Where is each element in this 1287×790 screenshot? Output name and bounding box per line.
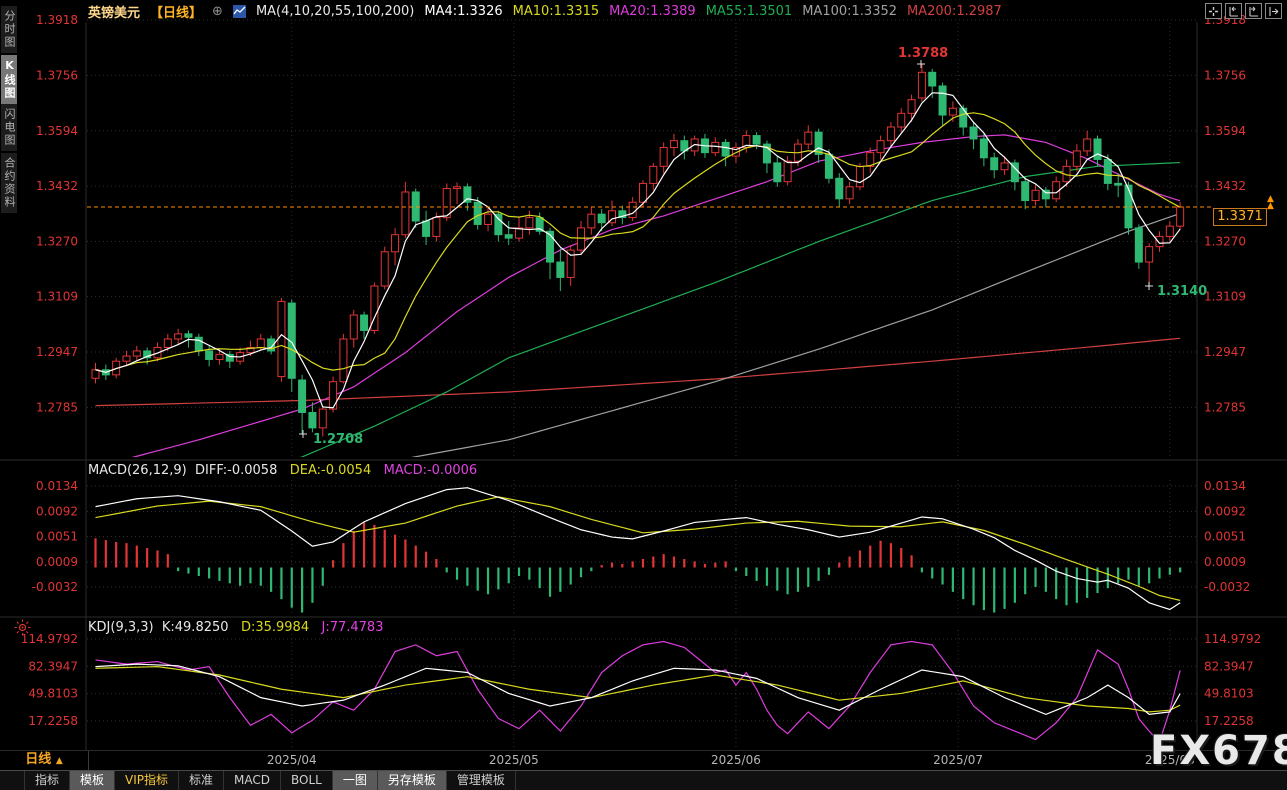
svg-text:0.0009: 0.0009 bbox=[1204, 555, 1246, 569]
svg-text:1.3756: 1.3756 bbox=[1204, 68, 1246, 82]
period-selector-label: 日线 bbox=[25, 752, 51, 767]
svg-text:0.0051: 0.0051 bbox=[1204, 529, 1246, 543]
tab-macd[interactable]: MACD bbox=[224, 771, 281, 790]
svg-text:1.3432: 1.3432 bbox=[36, 179, 78, 193]
macd-panel bbox=[96, 488, 1181, 613]
kdj-d-value: D:35.9984 bbox=[241, 620, 309, 635]
period-label[interactable]: 【日线】 bbox=[150, 2, 202, 21]
gridlines bbox=[87, 20, 1197, 749]
symbol-name[interactable]: 英镑美元 bbox=[88, 2, 140, 21]
ma200-legend: MA200:1.2987 bbox=[907, 4, 1002, 19]
tab-save-template[interactable]: 另存模板 bbox=[378, 771, 447, 790]
date-label: 2025/07 bbox=[928, 753, 988, 767]
period-selector[interactable]: 日线 ▲ bbox=[0, 751, 89, 770]
scale-axis-right-icon[interactable] bbox=[1245, 3, 1262, 19]
chart-header: 英镑美元 【日线】 ⊕ MA(4,10,20,55,100,200) MA4:1… bbox=[88, 2, 1002, 20]
svg-text:0.0092: 0.0092 bbox=[1204, 505, 1246, 519]
tab-standard[interactable]: 标准 bbox=[179, 771, 224, 790]
date-label: 2025/05 bbox=[484, 753, 544, 767]
tab-templates[interactable]: 模板 bbox=[70, 771, 115, 790]
macd-dea-value: DEA:-0.0054 bbox=[290, 463, 371, 478]
svg-text:17.2258: 17.2258 bbox=[1204, 714, 1254, 728]
ma20-legend: MA20:1.3389 bbox=[609, 4, 696, 19]
price-annotations: 1.3788 1.3140 1.2708 bbox=[299, 46, 1207, 447]
macd-title: MACD(26,12,9) bbox=[88, 463, 187, 478]
macd-panel-title: MACD(26,12,9) DIFF:-0.0058 DEA:-0.0054 M… bbox=[88, 463, 477, 478]
kdj-j-value: J:77.4783 bbox=[322, 620, 384, 635]
scale-axis-left-icon[interactable] bbox=[1225, 3, 1242, 19]
svg-text:82.3947: 82.3947 bbox=[28, 659, 78, 673]
kdj-title: KDJ(9,3,3) bbox=[88, 620, 154, 635]
svg-text:1.3594: 1.3594 bbox=[1204, 124, 1246, 138]
date-axis-row: 日线 ▲ 2025/04 2025/05 2025/06 2025/07 202… bbox=[0, 751, 1287, 771]
alert-sun-icon[interactable] bbox=[14, 619, 31, 640]
watermark: FX678 bbox=[1150, 728, 1287, 774]
svg-text:1.3594: 1.3594 bbox=[36, 124, 78, 138]
panel-borders bbox=[0, 22, 1287, 751]
pan-crosshair-icon[interactable] bbox=[1205, 3, 1222, 19]
last-price-tag: 1.3371 bbox=[1213, 208, 1267, 226]
chart-canvas[interactable]: 1.37881.31401.27081.39181.39181.37561.37… bbox=[0, 0, 1287, 790]
svg-text:0.0051: 0.0051 bbox=[36, 529, 78, 543]
svg-text:1.2708: 1.2708 bbox=[313, 432, 363, 447]
date-label: 2025/06 bbox=[706, 753, 766, 767]
chevron-up-icon: ▲ bbox=[56, 756, 63, 766]
ma55-legend: MA55:1.3501 bbox=[706, 4, 793, 19]
tab-manage-template[interactable]: 管理模板 bbox=[447, 771, 516, 790]
price-up-arrows-icon: ▲▲ bbox=[1267, 196, 1274, 210]
tab-indicators[interactable]: 指标 bbox=[24, 771, 70, 790]
svg-text:1.3918: 1.3918 bbox=[36, 13, 78, 27]
macd-macd-value: MACD:-0.0006 bbox=[384, 463, 478, 478]
svg-text:0.0134: 0.0134 bbox=[36, 479, 78, 493]
svg-text:1.3756: 1.3756 bbox=[36, 68, 78, 82]
svg-text:-0.0032: -0.0032 bbox=[32, 580, 78, 594]
ma-settings-label: MA(4,10,20,55,100,200) bbox=[256, 4, 414, 19]
main-price-panel bbox=[92, 64, 1184, 525]
kdj-panel bbox=[96, 641, 1181, 742]
candlestick-chart-icon[interactable] bbox=[233, 5, 246, 18]
link-icon[interactable]: ⊕ bbox=[212, 4, 223, 19]
svg-text:1.3432: 1.3432 bbox=[1204, 179, 1246, 193]
chart-toolbar bbox=[1205, 3, 1282, 19]
go-latest-icon[interactable] bbox=[1265, 3, 1282, 19]
svg-text:1.3140: 1.3140 bbox=[1157, 284, 1207, 299]
tab-boll[interactable]: BOLL bbox=[281, 771, 333, 790]
svg-text:49.8103: 49.8103 bbox=[28, 687, 78, 701]
kdj-panel-title: KDJ(9,3,3) K:49.8250 D:35.9984 J:77.4783 bbox=[88, 620, 383, 635]
svg-text:1.3788: 1.3788 bbox=[898, 46, 948, 61]
svg-text:49.8103: 49.8103 bbox=[1204, 687, 1254, 701]
svg-text:1.2785: 1.2785 bbox=[1204, 400, 1246, 414]
ma4-legend: MA4:1.3326 bbox=[424, 4, 502, 19]
tab-vip-indicators[interactable]: VIP指标 bbox=[115, 771, 179, 790]
trading-app-window: 分时图 K线图 闪电图 合约资料 1.37881.31401.27081.391… bbox=[0, 0, 1287, 790]
svg-text:17.2258: 17.2258 bbox=[28, 714, 78, 728]
ma100-legend: MA100:1.3352 bbox=[802, 4, 897, 19]
svg-text:1.2947: 1.2947 bbox=[1204, 345, 1246, 359]
svg-text:1.2785: 1.2785 bbox=[36, 400, 78, 414]
macd-diff-value: DIFF:-0.0058 bbox=[195, 463, 277, 478]
svg-text:0.0092: 0.0092 bbox=[36, 505, 78, 519]
svg-text:1.3270: 1.3270 bbox=[1204, 235, 1246, 249]
svg-text:0.0134: 0.0134 bbox=[1204, 479, 1246, 493]
svg-text:1.3109: 1.3109 bbox=[36, 290, 78, 304]
candles bbox=[92, 64, 1184, 436]
ma10-legend: MA10:1.3315 bbox=[513, 4, 600, 19]
bottom-tab-bar: 指标 模板 VIP指标 标准 MACD BOLL 一图 另存模板 管理模板 bbox=[0, 771, 1287, 790]
tab-one-chart[interactable]: 一图 bbox=[333, 771, 378, 790]
svg-text:82.3947: 82.3947 bbox=[1204, 659, 1254, 673]
svg-text:114.9792: 114.9792 bbox=[1204, 632, 1261, 646]
svg-text:1.3270: 1.3270 bbox=[36, 235, 78, 249]
svg-text:1.3109: 1.3109 bbox=[1204, 290, 1246, 304]
svg-text:-0.0032: -0.0032 bbox=[1204, 580, 1250, 594]
svg-text:1.2947: 1.2947 bbox=[36, 345, 78, 359]
date-label: 2025/04 bbox=[262, 753, 322, 767]
kdj-k-value: K:49.8250 bbox=[162, 620, 229, 635]
svg-text:0.0009: 0.0009 bbox=[36, 555, 78, 569]
